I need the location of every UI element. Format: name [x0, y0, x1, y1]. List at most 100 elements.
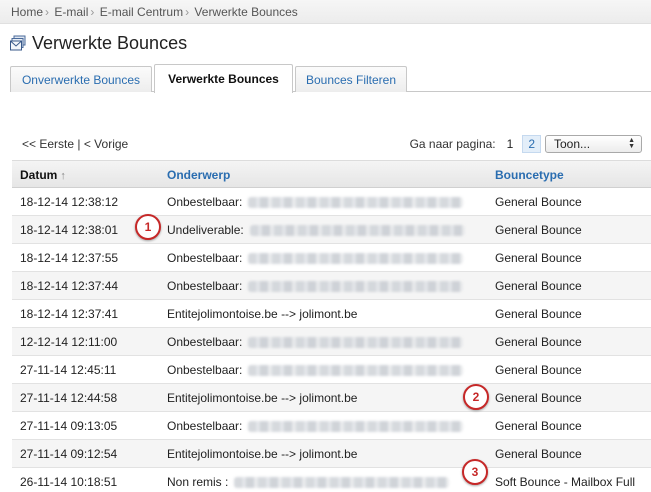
- redacted-text: [248, 196, 464, 208]
- table-row[interactable]: 27-11-14 09:13:05 Onbestelbaar: General Bo…: [12, 412, 651, 440]
- cell-onderwerp: Onbestelbaar:: [167, 195, 464, 209]
- breadcrumb-email[interactable]: E-mail: [54, 5, 88, 19]
- column-header-onderwerp[interactable]: Onderwerp: [167, 168, 230, 182]
- cell-datum: 18-12-14 12:37:55: [20, 251, 119, 265]
- cell-onderwerp-text: Onbestelbaar:: [167, 279, 243, 293]
- pager-separator: |: [77, 137, 81, 151]
- callout-marker-3: 3: [462, 459, 488, 485]
- cell-datum: 18-12-14 12:37:41: [20, 307, 119, 321]
- sort-ascending-icon: ↑: [60, 170, 66, 182]
- cell-onderwerp-text: Onbestelbaar:: [167, 251, 243, 265]
- cell-datum: 27-11-14 09:12:54: [20, 447, 118, 461]
- cell-onderwerp-text: Entitejolimontoise.be --> jolimont.be: [167, 447, 358, 461]
- table-row[interactable]: 18-12-14 12:37:55 Onbestelbaar: General Bo…: [12, 244, 651, 272]
- redacted-text: [248, 420, 464, 432]
- envelope-stack-icon: [10, 35, 26, 51]
- redacted-text: [234, 476, 450, 488]
- redacted-text: [248, 336, 464, 348]
- cell-datum: 27-11-14 12:44:58: [20, 391, 118, 405]
- page-link-1[interactable]: 1: [502, 136, 519, 152]
- cell-onderwerp: Onbestelbaar:: [167, 279, 464, 293]
- callout-marker-2: 2: [463, 384, 489, 410]
- tab-bounces-filteren[interactable]: Bounces Filteren: [295, 66, 407, 92]
- cell-onderwerp: Non remis :: [167, 475, 450, 489]
- page-link-2[interactable]: 2: [522, 135, 541, 153]
- cell-onderwerp-text: Non remis :: [167, 475, 229, 489]
- tab-verwerkte-bounces[interactable]: Verwerkte Bounces: [154, 64, 293, 93]
- cell-bouncetype: General Bounce: [495, 419, 582, 433]
- redacted-text: [248, 252, 464, 264]
- table-row[interactable]: 18-12-14 12:37:44 Onbestelbaar: General Bo…: [12, 272, 651, 300]
- table-row[interactable]: 18-12-14 12:38:01 Undeliverable: General B…: [12, 216, 651, 244]
- cell-bouncetype: General Bounce: [495, 251, 582, 265]
- cell-bouncetype: General Bounce: [495, 223, 582, 237]
- breadcrumb-separator: ›: [45, 5, 50, 19]
- cell-onderwerp: Entitejolimontoise.be --> jolimont.be: [167, 307, 357, 321]
- table-row[interactable]: 18-12-14 12:37:41 Entitejolimontoise.be -…: [12, 300, 651, 328]
- column-header-bouncetype[interactable]: Bouncetype: [495, 168, 564, 182]
- table-row[interactable]: 27-11-14 09:12:54 Entitejolimontoise.be -…: [12, 440, 651, 468]
- table-row[interactable]: 27-11-14 12:45:11 Onbestelbaar: General Bo…: [12, 356, 651, 384]
- redacted-text: [248, 280, 464, 292]
- pagination-nav: << Eerste | < Vorige: [22, 137, 128, 151]
- previous-page-link[interactable]: < Vorige: [84, 137, 128, 151]
- cell-onderwerp-text: Onbestelbaar:: [167, 335, 243, 349]
- cell-onderwerp: Onbestelbaar:: [167, 419, 464, 433]
- cell-onderwerp: Onbestelbaar:: [167, 363, 464, 377]
- cell-bouncetype: General Bounce: [495, 363, 582, 377]
- callout-marker-1: 1: [135, 214, 161, 240]
- column-header-datum[interactable]: Datum ↑: [20, 168, 66, 182]
- cell-datum: 18-12-14 12:37:44: [20, 279, 119, 293]
- page-title: Verwerkte Bounces: [32, 32, 188, 53]
- cell-onderwerp-text: Entitejolimontoise.be --> jolimont.be: [167, 307, 358, 321]
- cell-datum: 18-12-14 12:38:01: [20, 223, 119, 237]
- cell-bouncetype: General Bounce: [495, 279, 582, 293]
- cell-datum: 26-11-14 10:18:51: [20, 475, 118, 489]
- cell-datum: 18-12-14 12:38:12: [20, 195, 119, 209]
- table-header: Datum ↑ Onderwerp Bouncetype: [12, 160, 651, 188]
- pagination: << Eerste | < Vorige Ga naar pagina: 1 2…: [12, 135, 642, 153]
- cell-onderwerp-text: Onbestelbaar:: [167, 195, 243, 209]
- breadcrumb-home[interactable]: Home: [11, 5, 43, 19]
- bounces-table: Datum ↑ Onderwerp Bouncetype 18-12-14 12:…: [12, 160, 651, 492]
- breadcrumb-email-centrum[interactable]: E-mail Centrum: [100, 5, 183, 19]
- tab-onverwerkte-bounces[interactable]: Onverwerkte Bounces: [10, 66, 152, 92]
- cell-onderwerp: Entitejolimontoise.be --> jolimont.be: [167, 447, 357, 461]
- breadcrumb-separator: ›: [90, 5, 95, 19]
- tab-bar: Onverwerkte Bounces Verwerkte Bounces Bo…: [10, 64, 651, 93]
- breadcrumb-separator: ›: [185, 5, 190, 19]
- cell-bouncetype: General Bounce: [495, 391, 582, 405]
- cell-bouncetype: General Bounce: [495, 447, 582, 461]
- page-header: Verwerkte Bounces: [10, 32, 187, 54]
- table-row[interactable]: 27-11-14 12:44:58 Entitejolimontoise.be -…: [12, 384, 651, 412]
- cell-onderwerp-text: Onbestelbaar:: [167, 363, 243, 377]
- cell-onderwerp: Onbestelbaar:: [167, 335, 464, 349]
- show-count-value: Toon...: [554, 137, 591, 151]
- goto-page-label: Ga naar pagina:: [409, 137, 496, 151]
- cell-onderwerp-text: Undeliverable:: [167, 223, 244, 237]
- table-row[interactable]: 26-11-14 10:18:51 Non remis : Soft Bounce …: [12, 468, 651, 492]
- breadcrumb-current: Verwerkte Bounces: [194, 5, 298, 19]
- redacted-text: [249, 224, 465, 236]
- cell-bouncetype: General Bounce: [495, 307, 582, 321]
- breadcrumb: Home › E-mail › E-mail Centrum › Verwerkte …: [0, 0, 651, 24]
- cell-bouncetype: General Bounce: [495, 195, 582, 209]
- column-header-datum-label: Datum: [20, 168, 58, 182]
- show-count-select[interactable]: Toon... ▲ ▼: [545, 135, 642, 153]
- cell-datum: 27-11-14 09:13:05: [20, 419, 118, 433]
- page-jump: Ga naar pagina: 1 2 Toon... ▲ ▼: [410, 135, 642, 153]
- first-page-link[interactable]: << Eerste: [22, 137, 74, 151]
- cell-datum: 12-12-14 12:11:00: [20, 335, 118, 349]
- redacted-text: [248, 364, 464, 376]
- cell-onderwerp-text: Entitejolimontoise.be --> jolimont.be: [167, 391, 358, 405]
- cell-onderwerp: Entitejolimontoise.be --> jolimont.be: [167, 391, 357, 405]
- table-row[interactable]: 18-12-14 12:38:12 Onbestelbaar: General Bo…: [12, 188, 651, 216]
- cell-bouncetype: General Bounce: [495, 335, 582, 349]
- cell-datum: 27-11-14 12:45:11: [20, 363, 117, 377]
- table-body: 18-12-14 12:38:12 Onbestelbaar: General Bo…: [12, 188, 651, 492]
- cell-onderwerp-text: Onbestelbaar:: [167, 419, 243, 433]
- cell-bouncetype: Soft Bounce - Mailbox Full: [495, 475, 636, 489]
- table-row[interactable]: 12-12-14 12:11:00 Onbestelbaar: General Bo…: [12, 328, 651, 356]
- select-arrows-icon: ▲ ▼: [628, 137, 635, 150]
- cell-onderwerp: Onbestelbaar:: [167, 251, 464, 265]
